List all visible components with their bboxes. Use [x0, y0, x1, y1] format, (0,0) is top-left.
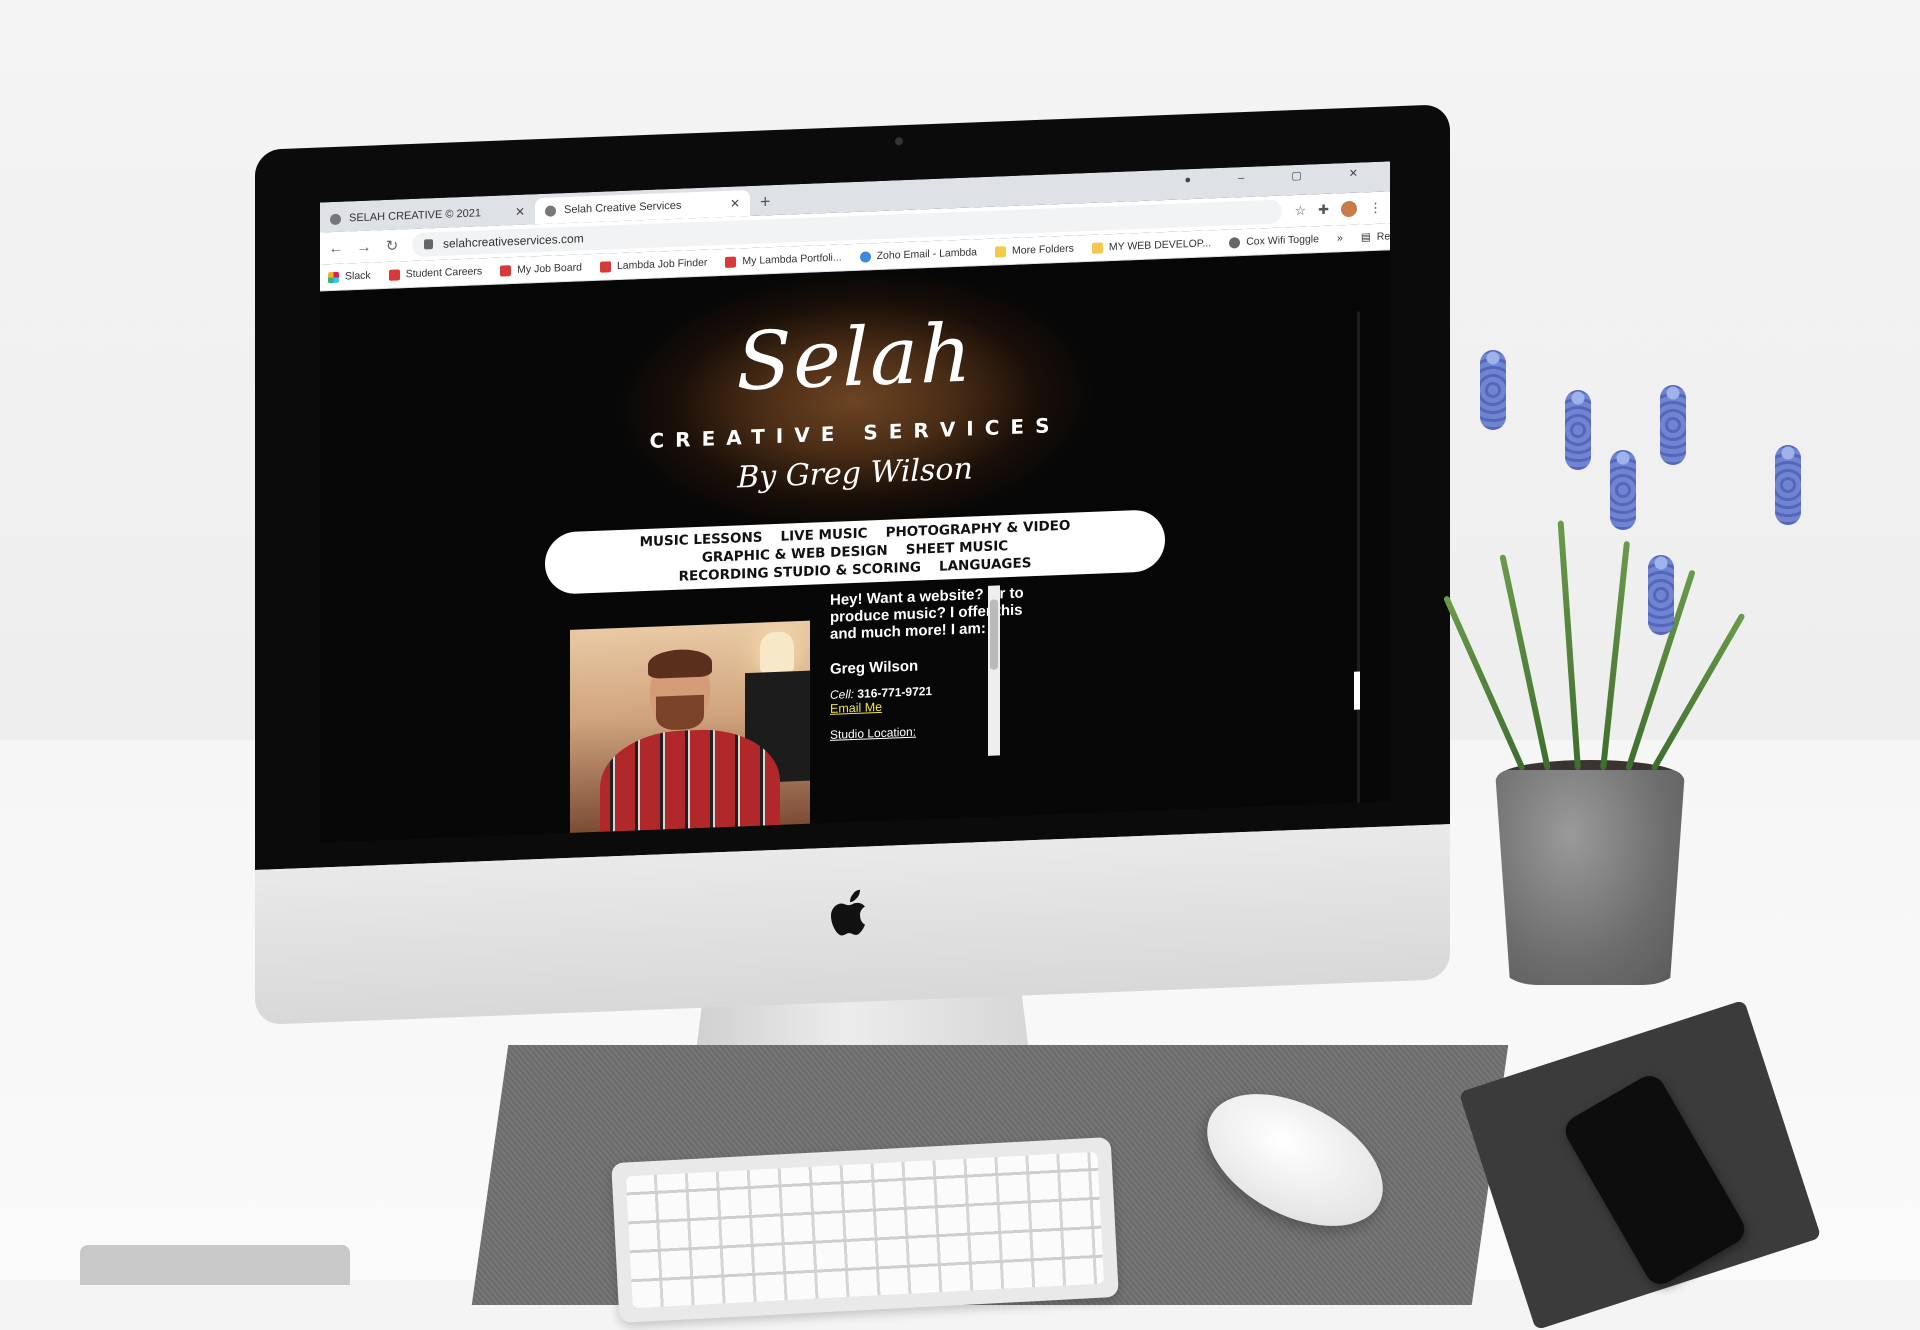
bookmark-my-job-board[interactable]: My Job Board	[500, 261, 582, 277]
studio-location-label: Studio Location:	[830, 724, 917, 742]
lambda-icon	[725, 256, 737, 268]
beard	[656, 694, 704, 731]
bookmark-label: My Job Board	[517, 261, 582, 276]
about-scrollbar[interactable]	[988, 585, 1000, 756]
nav-live-music[interactable]: Live Music	[781, 525, 868, 544]
globe-icon	[1229, 236, 1241, 249]
bookmark-label: MY WEB DEVELOP...	[1108, 237, 1212, 254]
tab-title: Selah Creative Services	[564, 199, 682, 217]
forward-icon[interactable]: →	[356, 238, 372, 256]
bookmark-label: Lambda Job Finder	[616, 256, 708, 273]
cell-number: 316-771-9721	[857, 683, 933, 701]
window-controls[interactable]: ● – ▢ ✕	[1184, 166, 1380, 187]
imac-bezel: SELAH CREATIVE © 2021 ✕ Selah Creative S…	[255, 104, 1450, 871]
menu-icon[interactable]: ⋮	[1369, 200, 1382, 216]
keyboard-keys	[625, 1151, 1105, 1309]
page-scrollbar-thumb[interactable]	[1354, 671, 1360, 710]
leaf	[1600, 540, 1631, 771]
grape-hyacinth-flower	[1648, 555, 1674, 635]
reading-list-label: Reading list	[1376, 229, 1390, 243]
leaf	[1557, 520, 1581, 771]
logo-title: Selah	[736, 306, 974, 409]
reading-list-button[interactable]: ▤ Reading list	[1361, 229, 1390, 244]
nav-languages[interactable]: Languages	[939, 555, 1031, 575]
lambda-icon	[599, 260, 611, 273]
reading-list-icon: ▤	[1360, 231, 1371, 244]
laptop-corner	[80, 1245, 350, 1285]
nav-sheet-music[interactable]: Sheet Music	[906, 538, 1008, 558]
new-tab-button[interactable]: +	[760, 191, 771, 212]
lock-icon	[424, 239, 433, 250]
bookmark-lambda-portfolio[interactable]: My Lambda Portfoli...	[725, 251, 842, 268]
bio-name: Greg Wilson	[830, 657, 919, 678]
favicon-icon	[330, 213, 341, 225]
close-icon[interactable]: ✕	[730, 196, 740, 210]
grape-hyacinth-flower	[1480, 350, 1506, 430]
bookmarks-overflow-button[interactable]: »	[1337, 232, 1343, 244]
lamp	[760, 631, 794, 673]
zoho-icon	[859, 250, 871, 263]
avatar[interactable]	[1341, 200, 1357, 218]
bookmark-label: More Folders	[1012, 242, 1074, 257]
grape-hyacinth-flower	[1660, 385, 1686, 465]
bookmark-my-web-develop[interactable]: MY WEB DEVELOP...	[1091, 237, 1212, 254]
tab-title: SELAH CREATIVE © 2021	[349, 207, 482, 225]
nav-photography-video[interactable]: Photography & Video	[886, 518, 1071, 541]
apple-icon	[831, 889, 865, 936]
bookmark-label: Cox Wifi Toggle	[1246, 233, 1319, 248]
bookmark-slack[interactable]: Slack	[328, 270, 371, 284]
hair	[648, 648, 712, 679]
back-icon[interactable]: ←	[328, 239, 344, 257]
reload-icon[interactable]: ↻	[384, 236, 400, 255]
lambda-icon	[500, 264, 512, 277]
grape-hyacinth-flower	[1610, 450, 1636, 530]
camera-icon	[895, 137, 903, 146]
plaid-shirt	[600, 726, 780, 834]
extensions-icon[interactable]: ✚	[1318, 202, 1329, 218]
bookmark-lambda-job-finder[interactable]: Lambda Job Finder	[599, 256, 708, 273]
screen: SELAH CREATIVE © 2021 ✕ Selah Creative S…	[320, 161, 1390, 843]
cell-label: Cell:	[830, 686, 855, 702]
star-icon[interactable]: ☆	[1294, 203, 1306, 219]
bookmark-student-careers[interactable]: Student Careers	[388, 265, 483, 281]
bio-intro: Hey! Want a website? Or to produce music…	[830, 584, 1024, 643]
grape-hyacinth-flower	[1565, 390, 1591, 470]
imac: SELAH CREATIVE © 2021 ✕ Selah Creative S…	[255, 104, 1450, 1025]
profile-photo	[570, 620, 810, 834]
bookmark-label: My Lambda Portfoli...	[742, 251, 842, 268]
bookmark-cox-wifi-toggle[interactable]: Cox Wifi Toggle	[1229, 233, 1319, 249]
about-scrollbar-thumb[interactable]	[990, 599, 998, 670]
favicon-icon	[545, 204, 556, 217]
lambda-icon	[388, 268, 400, 281]
about-section: Hey! Want a website? Or to produce music…	[570, 581, 1115, 834]
grape-hyacinth-flower	[1775, 445, 1801, 525]
url-text: selahcreativeservices.com	[443, 231, 584, 251]
webpage: Selah CREATIVE SERVICES By Greg Wilson M…	[320, 250, 1390, 843]
page-scrollbar-track	[1357, 311, 1360, 832]
bookmark-label: Student Careers	[405, 265, 483, 281]
slack-icon	[328, 271, 339, 283]
nav-music-lessons[interactable]: Music Lessons	[640, 530, 763, 551]
folder-icon	[995, 245, 1007, 258]
concrete-pot	[1495, 770, 1685, 985]
bookmark-zoho-email[interactable]: Zoho Email - Lambda	[859, 246, 978, 263]
bookmark-label: Zoho Email - Lambda	[876, 246, 978, 263]
bio: Hey! Want a website? Or to produce music…	[830, 584, 1045, 742]
bookmark-more-folders[interactable]: More Folders	[995, 243, 1074, 258]
bookmark-label: Slack	[345, 269, 371, 283]
folder-icon	[1091, 241, 1103, 254]
magic-keyboard	[611, 1137, 1119, 1323]
close-icon[interactable]: ✕	[515, 205, 525, 219]
